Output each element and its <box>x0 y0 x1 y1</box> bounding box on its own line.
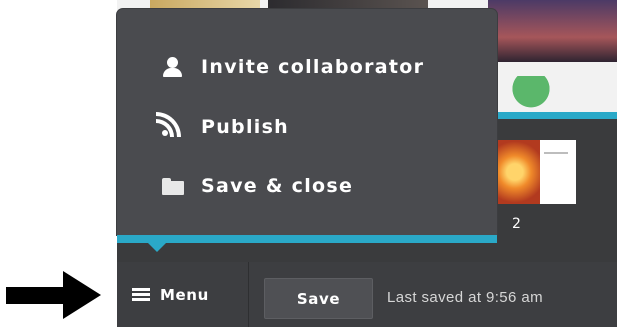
menu-item-label: Invite collaborator <box>201 56 425 78</box>
pointer-arrow-icon <box>6 287 66 304</box>
menu-item-label: Publish <box>201 116 290 138</box>
menu-item-label: Save & close <box>201 175 354 197</box>
page-thumbnail-image <box>498 140 540 204</box>
menu-accent-bar <box>117 235 497 243</box>
page-thumbnail-image[interactable] <box>488 0 617 62</box>
selection-indicator-bar <box>498 112 617 119</box>
menu-button-label: Menu <box>160 285 209 304</box>
page-thumbnail-text-line <box>544 152 568 154</box>
thumbnail-illustration <box>495 76 567 108</box>
selection-indicator-notch <box>519 112 533 119</box>
rss-icon <box>156 112 187 138</box>
page-number: 2 <box>512 216 521 232</box>
folder-icon <box>161 175 187 197</box>
menu-pointer-notch <box>148 243 166 252</box>
user-icon <box>161 56 187 78</box>
menu-item-save-and-close[interactable]: Save & close <box>117 166 497 206</box>
toolbar-divider <box>248 262 249 327</box>
save-button[interactable]: Save <box>264 278 373 319</box>
menu-item-publish[interactable]: Publish <box>117 107 497 147</box>
hamburger-icon <box>132 287 150 302</box>
menu-button[interactable]: Menu <box>117 262 248 327</box>
menu-item-invite-collaborator[interactable]: Invite collaborator <box>117 47 497 87</box>
page-thumbnail[interactable] <box>498 140 576 204</box>
last-saved-status: Last saved at 9:56 am <box>387 289 543 306</box>
pointer-arrow-icon <box>63 271 101 319</box>
main-menu-dropdown: Invite collaborator Publish Save & close <box>117 9 497 235</box>
